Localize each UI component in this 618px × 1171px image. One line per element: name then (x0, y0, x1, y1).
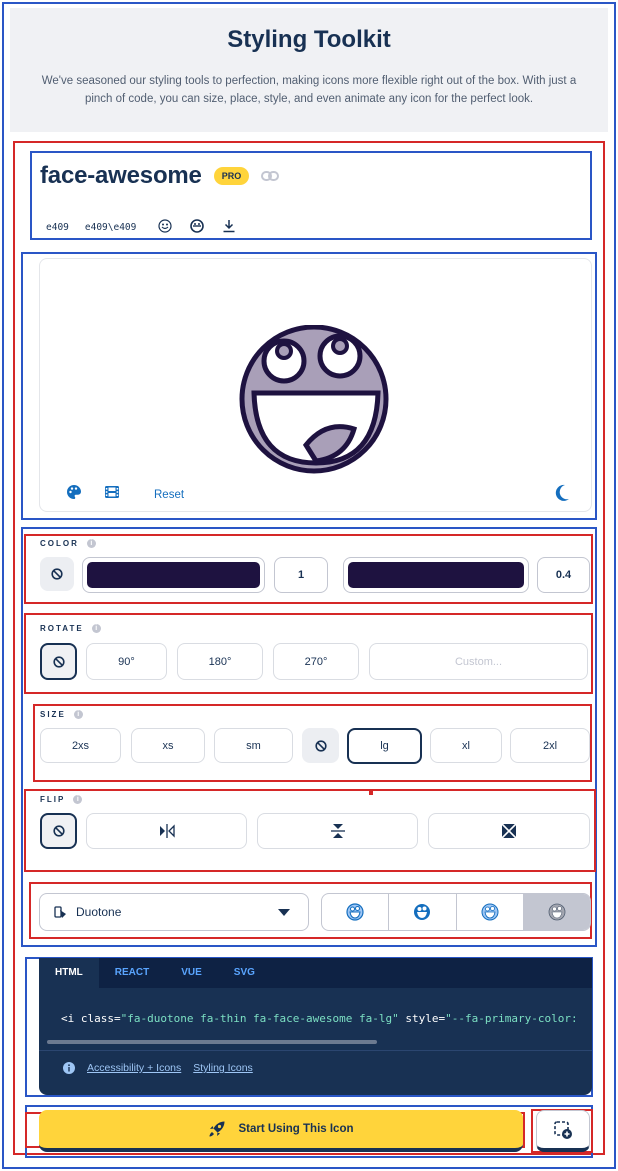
pro-badge: PRO (213, 167, 250, 185)
reset-button[interactable]: Reset (154, 489, 184, 501)
rotate-section-label: ROTATE i (40, 624, 101, 633)
preview-toolbar: Reset (66, 484, 184, 505)
face-awesome-regular-icon (414, 904, 431, 920)
size-2xl-button[interactable]: 2xl (510, 728, 590, 763)
code-tabs: HTML REACT VUE SVG (39, 958, 592, 988)
style-option-thin[interactable] (523, 894, 590, 930)
chevron-down-icon (278, 909, 290, 916)
unicode-value[interactable]: e409 (46, 222, 69, 233)
size-xl-button[interactable]: xl (430, 728, 502, 763)
face-awesome-light-icon (346, 903, 364, 921)
flip-horizontal-button[interactable] (86, 813, 247, 849)
family-select-value: Duotone (76, 905, 122, 919)
ban-icon (314, 739, 327, 752)
marker-dot (369, 791, 373, 795)
style-option-solid[interactable] (322, 894, 390, 930)
flip-horizontal-icon (159, 824, 175, 838)
add-to-kit-icon (554, 1120, 572, 1139)
rotate-270-button[interactable]: 270° (273, 643, 359, 680)
code-help-links: Accessibility + Icons Styling Icons (63, 1062, 253, 1074)
family-select[interactable]: Duotone (39, 893, 309, 931)
color-none-button[interactable] (40, 557, 74, 591)
size-sm-button[interactable]: sm (214, 728, 293, 763)
ban-icon (52, 655, 65, 668)
size-2xs-button[interactable]: 2xs (40, 728, 121, 763)
style-options (321, 893, 591, 931)
size-section-label: SIZE i (40, 710, 83, 719)
size-xs-button[interactable]: xs (131, 728, 205, 763)
copy-glyph-icon[interactable] (158, 219, 174, 235)
face-awesome-outline-icon (481, 903, 499, 921)
color-section-label: COLOR i (40, 539, 96, 548)
ban-icon (52, 825, 65, 837)
flip-section-label: FLIP i (40, 795, 83, 804)
face-awesome-thin-icon (548, 903, 566, 921)
divider (39, 1050, 592, 1051)
info-icon[interactable]: i (91, 624, 101, 633)
rocket-icon (209, 1121, 225, 1137)
styling-toolkit-header: Styling Toolkit We've seasoned our styli… (10, 8, 608, 132)
size-lg-button[interactable]: lg (347, 728, 422, 764)
start-using-icon-label: Start Using This Icon (238, 1123, 354, 1135)
page-description: We've seasoned our styling tools to perf… (41, 75, 577, 105)
tab-svg[interactable]: SVG (218, 958, 271, 988)
link-icon[interactable] (261, 170, 280, 182)
info-icon[interactable]: i (86, 539, 96, 548)
duotone-icon (54, 906, 66, 918)
secondary-opacity-input[interactable]: 0.4 (537, 557, 590, 593)
primary-opacity-input[interactable]: 1 (274, 557, 328, 593)
download-icon[interactable] (222, 219, 238, 235)
rotate-custom-input[interactable]: Custom... (369, 643, 588, 680)
rotate-180-button[interactable]: 180° (177, 643, 263, 680)
rotate-90-button[interactable]: 90° (86, 643, 167, 680)
add-to-kit-button[interactable] (536, 1110, 590, 1152)
rotate-none-button[interactable] (40, 643, 77, 680)
tab-react[interactable]: REACT (99, 958, 165, 988)
copy-svg-icon[interactable] (190, 219, 206, 235)
tab-vue[interactable]: VUE (165, 958, 218, 988)
palette-icon[interactable] (66, 484, 82, 505)
code-snippet[interactable]: <i class="fa-duotone fa-thin fa-face-awe… (61, 1012, 578, 1025)
icon-meta-row: e409 e409\e409 (46, 219, 254, 235)
primary-color-swatch[interactable] (82, 557, 265, 593)
tab-html[interactable]: HTML (39, 958, 99, 988)
film-icon[interactable] (104, 484, 120, 505)
info-icon (63, 1062, 75, 1074)
icon-name: face-awesome (40, 162, 202, 189)
info-icon[interactable]: i (73, 795, 83, 804)
info-icon[interactable]: i (73, 710, 83, 719)
page-title: Styling Toolkit (227, 26, 391, 53)
start-using-icon-button[interactable]: Start Using This Icon (39, 1110, 523, 1152)
unicode-escaped-value[interactable]: e409\e409 (85, 222, 136, 233)
face-awesome-icon (226, 324, 402, 480)
styling-icons-link[interactable]: Styling Icons (193, 1062, 253, 1074)
flip-both-button[interactable] (428, 813, 590, 849)
ban-icon (51, 568, 63, 580)
code-snippet-panel: HTML REACT VUE SVG <i class="fa-duotone … (39, 958, 592, 1095)
flip-both-icon (501, 823, 517, 839)
flip-vertical-button[interactable] (257, 813, 418, 849)
size-none-button[interactable] (302, 728, 339, 763)
accessibility-link[interactable]: Accessibility + Icons (87, 1062, 181, 1074)
secondary-color-swatch[interactable] (343, 557, 529, 593)
style-option-regular[interactable] (389, 894, 457, 930)
code-scrollbar[interactable] (47, 1040, 377, 1044)
moon-icon[interactable] (554, 484, 570, 507)
icon-title-row: face-awesome PRO (40, 162, 280, 190)
style-option-light[interactable] (457, 894, 524, 930)
flip-vertical-icon (330, 824, 345, 838)
flip-none-button[interactable] (40, 813, 77, 849)
